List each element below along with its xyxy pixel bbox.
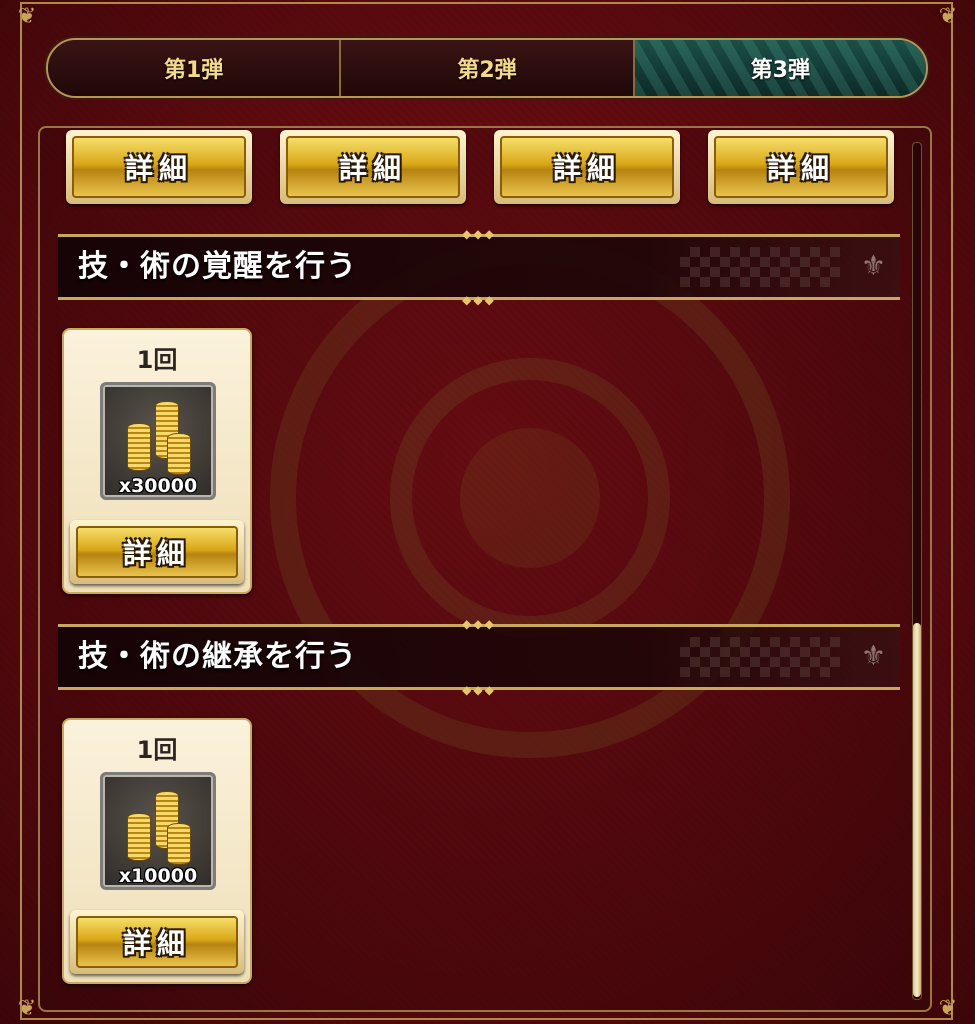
detail-button-label: 詳細 (500, 136, 674, 198)
fleur-icon: ⚜ (860, 639, 886, 672)
reward-quantity: x10000 (118, 865, 198, 887)
reward-quantity: x30000 (118, 475, 198, 497)
tab-3[interactable]: 第3弾 (634, 40, 926, 96)
scroll-thumb[interactable] (913, 623, 921, 997)
detail-button[interactable]: 詳細 (494, 130, 680, 204)
detail-button-label: 詳細 (714, 136, 888, 198)
section-title: 技・術の継承を行う (78, 639, 357, 674)
reward-count: 1回 (136, 736, 178, 764)
detail-button[interactable]: 詳細 (708, 130, 894, 204)
ornament-icon: ◆◆◆ (462, 227, 496, 241)
detail-button-label: 詳細 (76, 526, 238, 578)
ornament-icon: ◆◆◆ (462, 617, 496, 631)
gold-coins-icon[interactable]: x30000 (100, 382, 216, 500)
reward-card: 1回 x30000 詳細 (62, 328, 252, 594)
section-header: ◆◆◆ 技・術の継承を行う ⚜ ◆◆◆ (58, 618, 900, 696)
detail-button-label: 詳細 (286, 136, 460, 198)
ornament-icon: ◆◆◆ (462, 293, 496, 307)
sun-moon-icon (460, 428, 600, 568)
section-header: ◆◆◆ 技・術の覚醒を行う ⚜ ◆◆◆ (58, 228, 900, 306)
detail-button[interactable]: 詳細 (70, 520, 244, 584)
detail-button-label: 詳細 (72, 136, 246, 198)
coin-stack (167, 433, 191, 475)
detail-button[interactable]: 詳細 (280, 130, 466, 204)
scrollbar[interactable] (912, 142, 922, 1000)
ornament-icon: ◆◆◆ (462, 683, 496, 697)
tab-bar: 第1弾 第2弾 第3弾 (46, 38, 928, 98)
gold-coins-icon[interactable]: x10000 (100, 772, 216, 890)
corner-ornament-icon: ❦ (938, 996, 958, 1021)
coin-stack (127, 813, 151, 861)
reward-card: 1回 x10000 詳細 (62, 718, 252, 984)
tab-2[interactable]: 第2弾 (341, 40, 635, 96)
section-title: 技・術の覚醒を行う (78, 249, 357, 284)
detail-button[interactable]: 詳細 (70, 910, 244, 974)
detail-button-label: 詳細 (76, 916, 238, 968)
reward-count: 1回 (136, 346, 178, 374)
detail-button[interactable]: 詳細 (66, 130, 252, 204)
coin-stack (167, 823, 191, 865)
background: ❦ ❦ ❦ ❦ 第1弾 第2弾 第3弾 詳細 詳細 詳細 詳細 ◆◆◆ 技・術の… (0, 0, 975, 1024)
corner-ornament-icon: ❦ (17, 996, 37, 1021)
corner-ornament-icon: ❦ (938, 4, 958, 29)
tab-1[interactable]: 第1弾 (48, 40, 342, 96)
corner-ornament-icon: ❦ (17, 4, 37, 29)
coin-stack (127, 423, 151, 471)
fleur-icon: ⚜ (860, 249, 886, 282)
